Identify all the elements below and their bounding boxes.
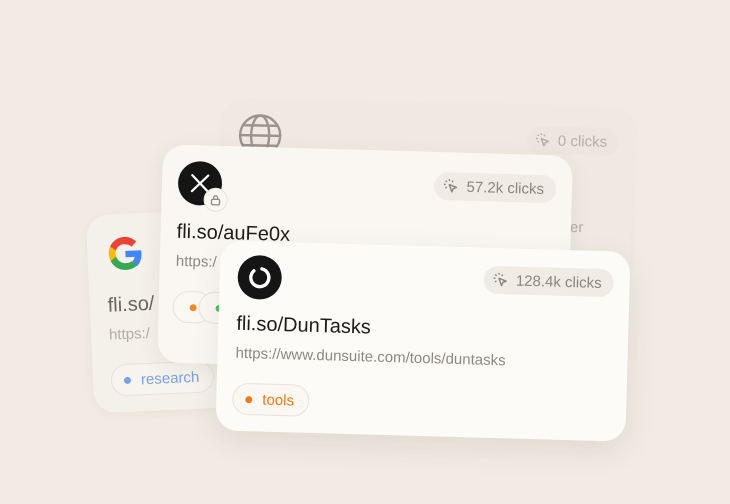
short-url[interactable]: fli.so/ <box>107 293 155 318</box>
cursor-click-icon <box>534 131 552 149</box>
clicks-count: 0 clicks <box>557 132 608 151</box>
clicks-count: 57.2k clicks <box>466 178 545 198</box>
cursor-click-icon <box>442 177 460 195</box>
tag-tools[interactable]: tools <box>231 382 310 417</box>
tag-color-dot <box>188 303 197 311</box>
clicks-badge: 0 clicks <box>525 126 620 157</box>
partial-url-text: er <box>569 219 584 237</box>
cursor-click-icon <box>492 271 510 289</box>
clicks-badge: 57.2k clicks <box>434 171 557 204</box>
tag-research[interactable]: research <box>110 360 215 397</box>
short-url[interactable]: fli.so/DunTasks <box>236 313 371 340</box>
long-url[interactable]: https://www.dunsuite.com/tools/duntasks <box>235 345 506 370</box>
link-card-duntasks[interactable]: 128.4k clicks fli.so/DunTasks https://ww… <box>215 240 631 442</box>
long-url[interactable]: https:/ <box>109 325 151 344</box>
lock-icon <box>203 187 228 213</box>
tag-label: research <box>140 368 200 388</box>
clicks-badge: 128.4k clicks <box>483 265 615 298</box>
tag-color-dot <box>123 376 132 384</box>
long-url[interactable]: https:/ <box>176 253 217 271</box>
duntasks-logo-icon <box>237 254 283 301</box>
clicks-count: 128.4k clicks <box>515 272 602 292</box>
tag-color-dot <box>245 395 253 403</box>
tag-label: tools <box>262 391 295 409</box>
google-logo-icon <box>105 233 147 280</box>
